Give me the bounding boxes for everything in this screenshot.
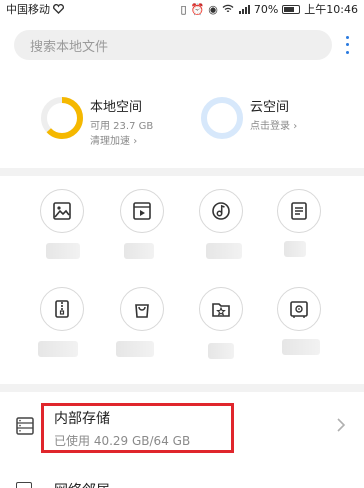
- chevron-right-icon: ›: [133, 136, 138, 147]
- video-icon: [133, 202, 151, 220]
- cloud-storage-ring-icon: [201, 97, 243, 139]
- vibrate-icon: ▯: [180, 2, 187, 16]
- wifi-icon: [222, 4, 234, 13]
- clock: 上午10:46: [304, 3, 358, 16]
- category-label-redacted: [124, 243, 154, 259]
- heart-icon: [53, 4, 64, 14]
- network-neighbors-row[interactable]: 网络邻居: [0, 470, 364, 488]
- clean-accelerate-label: 清理加速: [90, 136, 130, 147]
- category-label-redacted: [46, 243, 80, 259]
- local-storage-card[interactable]: 本地空间 可用 23.7 GB 清理加速 ›: [40, 84, 190, 160]
- shopping-bag-icon: [135, 304, 149, 318]
- category-videos[interactable]: [120, 189, 164, 233]
- alarm-icon: ⏰: [190, 2, 205, 16]
- battery-icon: [282, 4, 301, 14]
- local-storage-ring-icon: [41, 97, 83, 139]
- category-archives[interactable]: [40, 287, 84, 331]
- document-icon: [291, 202, 307, 220]
- category-label-redacted: [116, 341, 154, 357]
- search-row: 搜索本地文件: [0, 30, 364, 62]
- storage-drive-icon: [16, 417, 34, 435]
- storage-overview: 本地空间 可用 23.7 GB 清理加速 › 云空间 点击登录 ›: [0, 84, 364, 160]
- category-images[interactable]: [40, 189, 84, 233]
- chevron-right-icon: [337, 418, 346, 432]
- star-folder-icon: [212, 303, 230, 317]
- cloud-storage-card[interactable]: 云空间 点击登录 ›: [200, 84, 350, 160]
- category-favorites[interactable]: [199, 287, 243, 331]
- battery-percent: 70%: [253, 2, 279, 16]
- search-input[interactable]: 搜索本地文件: [14, 30, 332, 60]
- music-icon: [212, 202, 230, 220]
- image-icon: [53, 202, 71, 220]
- cloud-login-link[interactable]: 点击登录 ›: [250, 117, 297, 132]
- local-storage-title: 本地空间: [90, 100, 143, 115]
- eye-icon: ◉: [208, 2, 218, 16]
- category-label-redacted: [206, 243, 242, 259]
- cloud-login-label: 点击登录: [250, 121, 290, 132]
- section-divider: [0, 384, 364, 392]
- network-neighbors-label: 网络邻居: [54, 480, 110, 488]
- category-label-redacted: [208, 343, 234, 359]
- battery-fill: [284, 6, 295, 12]
- category-documents[interactable]: [277, 189, 321, 233]
- category-label-redacted: [282, 339, 320, 355]
- chevron-right-icon: ›: [293, 121, 298, 132]
- section-divider: [0, 168, 364, 176]
- more-options-icon[interactable]: [340, 34, 354, 56]
- carrier-label: 中国移动: [6, 3, 50, 16]
- zip-icon: [55, 300, 69, 318]
- category-label-redacted: [284, 241, 306, 257]
- network-icon: [16, 482, 32, 488]
- search-placeholder: 搜索本地文件: [30, 39, 109, 55]
- cloud-storage-title: 云空间: [250, 100, 290, 115]
- signal-icon: [238, 5, 250, 14]
- safe-icon: [290, 301, 308, 318]
- status-bar: 中国移动 ▯ ⏰ ◉ 70% 上午10:46: [0, 0, 364, 18]
- category-safe[interactable]: [277, 287, 321, 331]
- clean-accelerate-link[interactable]: 清理加速 ›: [90, 132, 137, 147]
- category-grid: [0, 183, 364, 383]
- category-music[interactable]: [199, 189, 243, 233]
- highlight-annotation-box: [41, 403, 234, 453]
- category-label-redacted: [38, 341, 78, 357]
- local-storage-available: 可用 23.7 GB: [90, 121, 154, 132]
- category-installers[interactable]: [120, 287, 164, 331]
